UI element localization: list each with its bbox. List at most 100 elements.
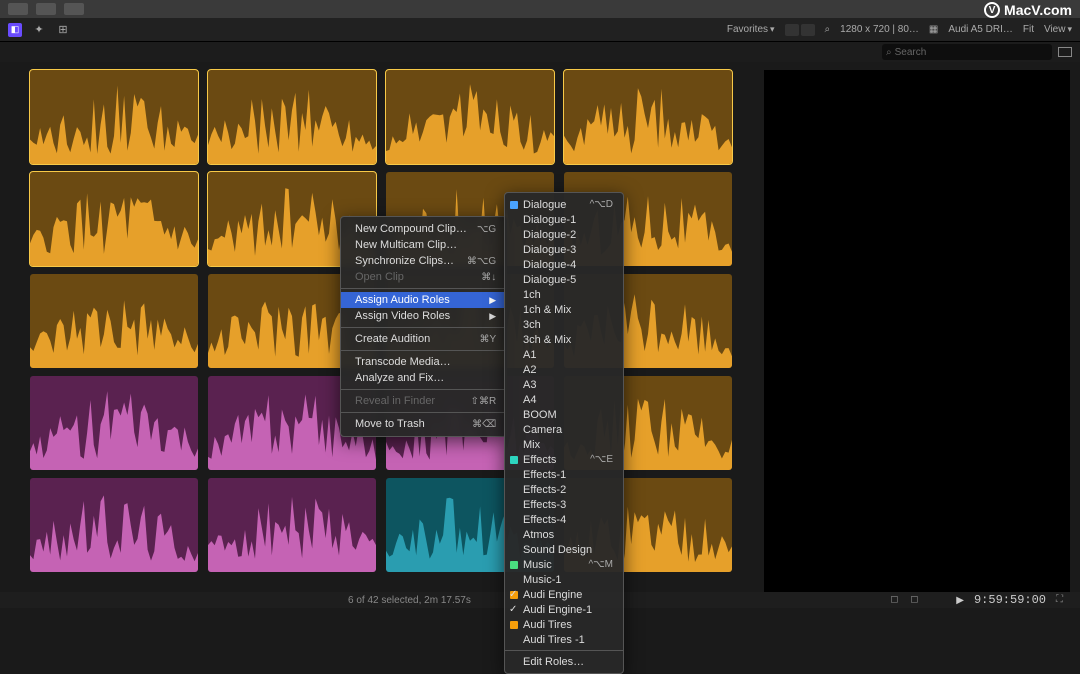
submenu-item-shortcut: ^⌥E bbox=[590, 454, 613, 465]
submenu-item[interactable]: Dialogue-4 bbox=[505, 257, 623, 272]
submenu-item-label: Sound Design bbox=[523, 544, 613, 556]
context-menu-item[interactable]: New Compound Clip… ⌥G bbox=[341, 221, 506, 237]
favorites-dropdown[interactable]: Favorites bbox=[727, 24, 775, 35]
menu-item-label: New Multicam Clip… bbox=[355, 239, 496, 251]
viewer bbox=[764, 70, 1070, 592]
sys-button[interactable] bbox=[36, 3, 56, 15]
submenu-item[interactable]: Audi Tires -1 bbox=[505, 632, 623, 647]
sys-button[interactable] bbox=[64, 3, 84, 15]
submenu-item[interactable]: Dialogue-2 bbox=[505, 227, 623, 242]
menu-item-label: Reveal in Finder bbox=[355, 395, 461, 407]
context-menu[interactable]: New Compound Clip… ⌥G New Multicam Clip… Sy… bbox=[340, 216, 507, 437]
submenu-item[interactable]: Atmos bbox=[505, 527, 623, 542]
submenu-item[interactable]: 1ch & Mix bbox=[505, 302, 623, 317]
submenu-item[interactable]: Effects ^⌥E bbox=[505, 452, 623, 467]
submenu-item[interactable]: A2 bbox=[505, 362, 623, 377]
submenu-item-shortcut: ^⌥M bbox=[588, 559, 613, 570]
submenu-item[interactable]: Music-1 bbox=[505, 572, 623, 587]
sys-button[interactable] bbox=[8, 3, 28, 15]
submenu-item[interactable]: A3 bbox=[505, 377, 623, 392]
submenu-item[interactable]: Camera bbox=[505, 422, 623, 437]
menu-item-shortcut: ⌥G bbox=[477, 224, 496, 235]
clip-thumbnail[interactable] bbox=[208, 70, 376, 164]
photos-icon[interactable]: ✦ bbox=[32, 23, 46, 37]
watermark-logo-icon: V bbox=[984, 2, 1000, 18]
clip-thumbnail[interactable] bbox=[208, 478, 376, 572]
submenu-item[interactable]: Dialogue-3 bbox=[505, 242, 623, 257]
submenu-item-label: Dialogue bbox=[523, 199, 582, 211]
audio-roles-submenu[interactable]: Dialogue^⌥DDialogue-1Dialogue-2Dialogue-… bbox=[504, 192, 624, 674]
menu-item-label: Assign Audio Roles bbox=[355, 294, 479, 306]
search-row: ⌕ Search bbox=[0, 42, 1080, 62]
submenu-item[interactable]: Audi Tires bbox=[505, 617, 623, 632]
submenu-item-label: Music bbox=[523, 559, 580, 571]
grid-toggle-icon[interactable]: ▦ bbox=[929, 24, 938, 35]
view-mode-segment[interactable] bbox=[785, 24, 815, 36]
clip-thumbnail[interactable] bbox=[564, 70, 732, 164]
submenu-item[interactable]: 3ch bbox=[505, 317, 623, 332]
check-icon: ✓ bbox=[509, 604, 517, 615]
submenu-item[interactable]: Effects-3 bbox=[505, 497, 623, 512]
search-toggle-icon[interactable]: ⌕ bbox=[825, 24, 831, 35]
context-menu-item[interactable]: Transcode Media… bbox=[341, 354, 506, 370]
submenu-item-label: Dialogue-2 bbox=[523, 229, 613, 241]
submenu-item[interactable]: A1 bbox=[505, 347, 623, 362]
fullscreen-icon[interactable]: ⛶ bbox=[1056, 594, 1068, 606]
submenu-item[interactable]: Dialogue^⌥D bbox=[505, 197, 623, 212]
check-icon: ✓ bbox=[509, 589, 517, 600]
context-menu-item[interactable]: Analyze and Fix… bbox=[341, 370, 506, 386]
search-input[interactable]: ⌕ Search bbox=[882, 44, 1052, 60]
submenu-item[interactable]: A4 bbox=[505, 392, 623, 407]
clip-thumbnail[interactable] bbox=[30, 376, 198, 470]
filmstrip-toggle-icon[interactable] bbox=[1058, 47, 1072, 57]
clip-thumbnail[interactable] bbox=[30, 274, 198, 368]
menu-item-label: Move to Trash bbox=[355, 418, 462, 430]
menu-item-shortcut: ⌘↓ bbox=[481, 272, 496, 283]
fit-button[interactable]: Fit bbox=[1023, 24, 1034, 35]
submenu-item[interactable]: Edit Roles… bbox=[505, 654, 623, 669]
role-color-swatch bbox=[510, 201, 518, 209]
submenu-item[interactable]: Sound Design bbox=[505, 542, 623, 557]
submenu-item[interactable]: Dialogue-1 bbox=[505, 212, 623, 227]
view-dropdown[interactable]: View bbox=[1044, 24, 1072, 35]
submenu-item[interactable]: ✓Audi Engine bbox=[505, 587, 623, 602]
context-menu-item[interactable]: Move to Trash⌘⌫ bbox=[341, 416, 506, 432]
submenu-item-label: Atmos bbox=[523, 529, 613, 541]
submenu-item-label: Effects bbox=[523, 454, 582, 466]
submenu-item-label: Dialogue-1 bbox=[523, 214, 613, 226]
submenu-item[interactable]: ✓Audi Engine-1 bbox=[505, 602, 623, 617]
app-toolbar: ◧ ✦ ⊞ Favorites ⌕ 1280 x 720 | 80… ▦ Aud… bbox=[0, 18, 1080, 42]
submenu-item[interactable]: Effects-2 bbox=[505, 482, 623, 497]
context-menu-item[interactable]: Create Audition⌘Y bbox=[341, 331, 506, 347]
submenu-item-label: Effects-3 bbox=[523, 499, 613, 511]
menu-item-label: Analyze and Fix… bbox=[355, 372, 496, 384]
loop-icon[interactable]: ◻ bbox=[890, 594, 902, 606]
submenu-item[interactable]: Music ^⌥M bbox=[505, 557, 623, 572]
submenu-item[interactable]: 1ch bbox=[505, 287, 623, 302]
submenu-item-label: Edit Roles… bbox=[523, 656, 613, 668]
clip-thumbnail[interactable] bbox=[30, 70, 198, 164]
skimmer-icon[interactable]: ◻ bbox=[910, 594, 922, 606]
timecode[interactable]: 9:59:59:00 bbox=[974, 593, 1046, 607]
clip-thumbnail[interactable] bbox=[30, 478, 198, 572]
submenu-item[interactable]: BOOM bbox=[505, 407, 623, 422]
submenu-item-label: A2 bbox=[523, 364, 613, 376]
context-menu-item[interactable]: Assign Audio Roles ▶ bbox=[341, 292, 506, 308]
play-button[interactable]: ▶ bbox=[956, 595, 964, 606]
submenu-item[interactable]: Dialogue-5 bbox=[505, 272, 623, 287]
menu-item-label: New Compound Clip… bbox=[355, 223, 467, 235]
clip-thumbnail[interactable] bbox=[30, 172, 198, 266]
submenu-item[interactable]: Effects-1 bbox=[505, 467, 623, 482]
context-menu-item[interactable]: New Multicam Clip… bbox=[341, 237, 506, 253]
submenu-item[interactable]: Effects-4 bbox=[505, 512, 623, 527]
submenu-item[interactable]: 3ch & Mix bbox=[505, 332, 623, 347]
submenu-arrow-icon: ▶ bbox=[489, 295, 496, 306]
library-icon[interactable]: ◧ bbox=[8, 23, 22, 37]
context-menu-item[interactable]: Synchronize Clips…⌘⌥G bbox=[341, 253, 506, 269]
titles-icon[interactable]: ⊞ bbox=[56, 23, 70, 37]
context-menu-item[interactable]: Assign Video Roles▶ bbox=[341, 308, 506, 324]
submenu-item-label: Dialogue-4 bbox=[523, 259, 613, 271]
submenu-item[interactable]: Mix bbox=[505, 437, 623, 452]
context-menu-item: Open Clip⌘↓ bbox=[341, 269, 506, 285]
clip-thumbnail[interactable] bbox=[386, 70, 554, 164]
